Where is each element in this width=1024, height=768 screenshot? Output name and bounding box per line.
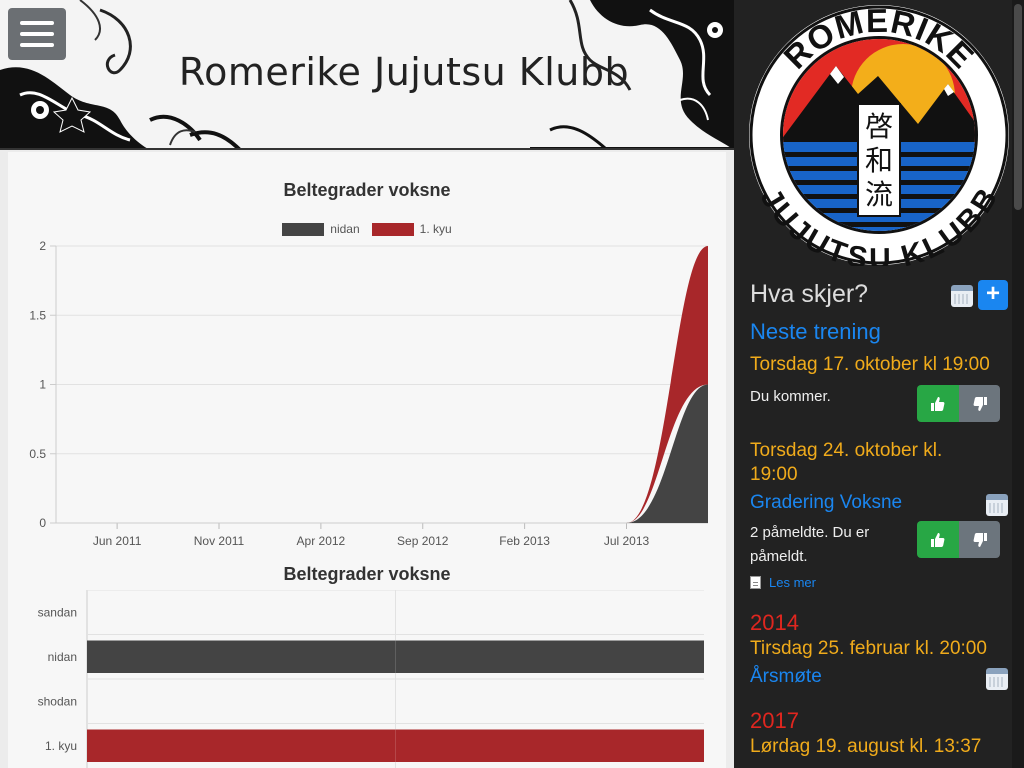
read-more-link[interactable]: Les mer xyxy=(750,575,816,590)
decline-button[interactable] xyxy=(959,385,1000,422)
bar-category-label: sandan xyxy=(38,605,77,619)
hamburger-menu-icon xyxy=(20,21,54,25)
y-tick-label: 1.5 xyxy=(29,308,46,322)
x-tick-label: Jul 2013 xyxy=(604,534,650,548)
events-heading: Hva skjer? xyxy=(750,280,869,308)
logo-kanji-2: 和 xyxy=(865,145,893,176)
year-2017: 2017 xyxy=(750,708,799,733)
area-chart-title: Beltegrader voksne xyxy=(283,180,451,200)
y-tick-label: 0 xyxy=(39,516,46,530)
y-tick-label: 1 xyxy=(39,378,46,392)
calendar-icon[interactable] xyxy=(951,285,973,307)
event-3-calendar-icon[interactable] xyxy=(986,668,1008,690)
event-2-vote-group xyxy=(917,521,1000,558)
event-2-status-line2: påmeldt. xyxy=(750,548,808,565)
bar-category-label: 1. kyu xyxy=(45,739,77,753)
event-2-date-line2: 19:00 xyxy=(750,464,798,485)
event-2-decline-button[interactable] xyxy=(959,521,1000,558)
logo-kanji-1: 啓 xyxy=(865,111,893,142)
thumbs-up-icon xyxy=(931,396,945,411)
club-logo[interactable]: 啓 和 流 ROMERIKE JUJUTSU KLUBB xyxy=(748,4,1010,266)
bar-category-label: nidan xyxy=(48,650,77,664)
event-3-date: Tirsdag 25. februar kl. 20:00 xyxy=(750,638,987,659)
sidebar-scrollbar[interactable] xyxy=(1012,0,1024,768)
document-icon xyxy=(750,576,761,589)
next-training-link[interactable]: Neste trening xyxy=(750,319,881,345)
logo-kanji-3: 流 xyxy=(865,179,893,210)
x-tick-label: Sep 2012 xyxy=(397,534,449,548)
thumbs-up-icon xyxy=(931,532,945,547)
thumbs-down-icon xyxy=(973,532,987,547)
event-1-vote-group xyxy=(917,385,1000,422)
thumbs-down-icon xyxy=(973,396,987,411)
y-tick-label: 2 xyxy=(39,239,46,253)
event-2-calendar-icon[interactable] xyxy=(986,494,1008,516)
event-2-status-line1: 2 påmeldte. Du er xyxy=(750,524,870,541)
x-tick-label: Feb 2013 xyxy=(499,534,550,548)
site-header: Romerike Jujutsu Klubb xyxy=(0,0,734,150)
read-more-label: Les mer xyxy=(769,575,816,590)
event-2-date-line1: Torsdag 24. oktober kl. xyxy=(750,440,943,461)
event-2-title-link[interactable]: Gradering Voksne xyxy=(750,492,902,514)
charts-panel: Beltegrader voksne nidan 1. kyu 0 0.5 1 1.5… xyxy=(8,152,726,768)
sidebar: 啓 和 流 ROMERIKE JUJUTSU KLUBB Hva skjer? … xyxy=(734,0,1024,768)
main-content: Beltegrader voksne nidan 1. kyu 0 0.5 1 1.5… xyxy=(0,150,734,768)
event-2-attend-button[interactable] xyxy=(917,521,959,558)
event-1-status: Du kommer. xyxy=(750,388,831,405)
y-tick-label: 0.5 xyxy=(29,447,46,461)
bar-chart-title: Beltegrader voksne xyxy=(283,564,451,584)
attend-button[interactable] xyxy=(917,385,959,422)
bar-chart: sandan nidan shodan 1. kyu xyxy=(38,590,704,768)
event-1-date: Torsdag 17. oktober kl 19:00 xyxy=(750,354,990,375)
event-4-date: Lørdag 19. august kl. 13:37 xyxy=(750,736,982,757)
bar-category-label: shodan xyxy=(38,694,77,708)
site-title: Romerike Jujutsu Klubb xyxy=(178,50,630,94)
add-event-button[interactable]: + xyxy=(978,280,1008,310)
sidebar-scrollbar-thumb[interactable] xyxy=(1014,4,1022,210)
x-tick-label: Nov 2011 xyxy=(194,534,245,548)
x-tick-label: Apr 2012 xyxy=(297,534,346,548)
event-3-title-link[interactable]: Årsmøte xyxy=(750,666,822,688)
year-2014: 2014 xyxy=(750,610,799,635)
area-chart: 0 0.5 1 1.5 2 Jun 2011 Nov 2011 Apr 2012 Sep 201… xyxy=(29,239,708,548)
x-tick-label: Jun 2011 xyxy=(93,534,142,548)
